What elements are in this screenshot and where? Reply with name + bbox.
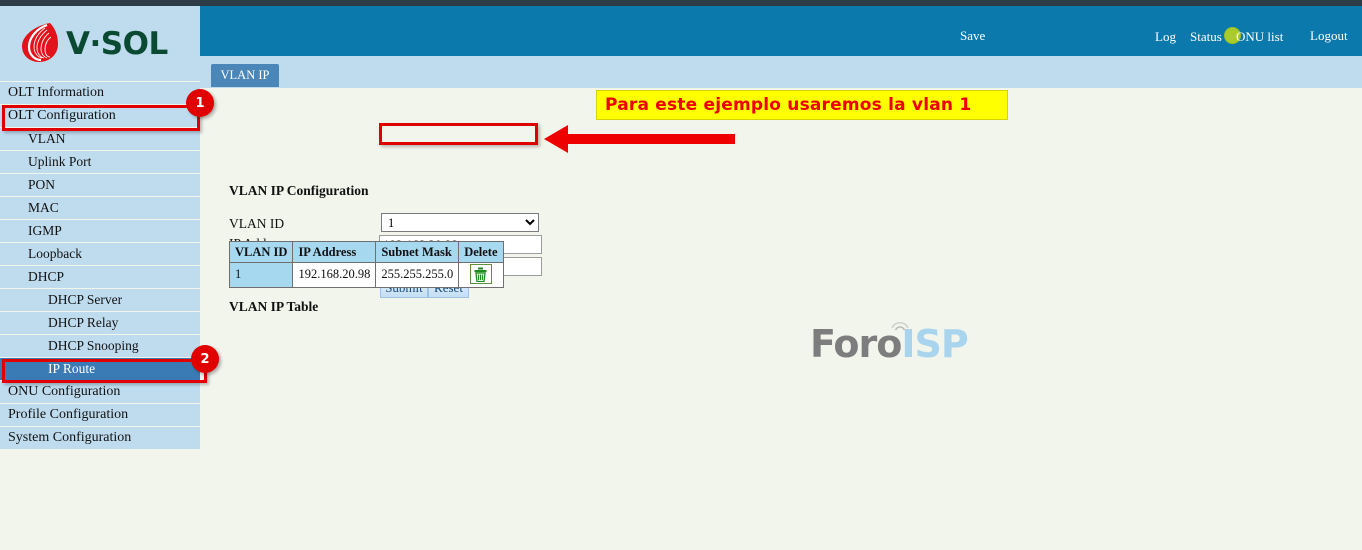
- red-left-arrow-icon: [544, 125, 735, 153]
- header-link-logout[interactable]: Logout: [1310, 29, 1348, 42]
- sidebar-item-dhcp-relay[interactable]: DHCP Relay: [0, 312, 200, 335]
- cell-ip-address: 192.168.20.98: [292, 262, 377, 288]
- brand-logo-area: V·SOL: [0, 6, 200, 81]
- watermark-foro: Foro: [810, 322, 902, 366]
- table-header-subnet-mask: Subnet Mask: [375, 241, 460, 263]
- cell-vlan-id: 1: [228, 262, 294, 288]
- step-badge-2: 2: [191, 345, 219, 373]
- table-header-row: VLAN ID IP Address Subnet Mask Delete: [228, 241, 504, 263]
- table-title: VLAN IP Table: [229, 299, 319, 314]
- sidebar-item-pon[interactable]: PON: [0, 174, 200, 197]
- table-header-vlan-id: VLAN ID: [228, 241, 294, 263]
- cell-subnet-mask: 255.255.255.0: [375, 262, 460, 288]
- sidebar-item-igmp[interactable]: IGMP: [0, 220, 200, 243]
- cell-delete: [458, 262, 504, 288]
- trash-icon[interactable]: [469, 264, 492, 284]
- vlan-ip-table: VLAN ID IP Address Subnet Mask Delete 1 192.1…: [228, 241, 504, 288]
- highlight-box-ip-route: [2, 359, 207, 383]
- app-root: V·SOL OLT Information OLT Configuration VL…: [0, 0, 1362, 550]
- header-link-log[interactable]: Log: [1155, 30, 1176, 43]
- save-button[interactable]: Save: [960, 29, 985, 42]
- tab-vlan-ip[interactable]: VLAN IP: [211, 64, 279, 87]
- sidebar-item-dhcp[interactable]: DHCP: [0, 266, 200, 289]
- sidebar-item-mac[interactable]: MAC: [0, 197, 200, 220]
- wifi-arc-icon: [891, 321, 909, 331]
- foroisp-watermark: ForoISP: [810, 321, 969, 366]
- vsol-flame-logo-icon: [22, 23, 58, 62]
- page-title: VLAN IP Configuration: [229, 183, 369, 198]
- sidebar-nav: OLT Information OLT Configuration VLAN Upli…: [0, 82, 200, 450]
- table-row: 1 192.168.20.98 255.255.255.0: [228, 262, 504, 288]
- sidebar-item-profile-configuration[interactable]: Profile Configuration: [0, 404, 200, 427]
- tab-strip-background: [200, 56, 1362, 88]
- sidebar-item-onu-configuration[interactable]: ONU Configuration: [0, 381, 200, 404]
- top-header-bar: Save Log Status ONU list Logout: [200, 6, 1362, 56]
- highlight-box-olt-configuration: [2, 105, 200, 131]
- sidebar-item-dhcp-snooping[interactable]: DHCP Snooping: [0, 335, 200, 358]
- sidebar-item-system-configuration[interactable]: System Configuration: [0, 427, 200, 450]
- sidebar-item-olt-information[interactable]: OLT Information: [0, 82, 200, 105]
- highlight-box-vlan-id-select: [379, 123, 538, 145]
- table-header-ip-address: IP Address: [292, 241, 377, 263]
- main-content: VLAN IP Configuration VLAN ID IP Address…: [200, 88, 1362, 550]
- brand-logo-text: V·SOL: [66, 26, 168, 62]
- table-header-delete: Delete: [458, 241, 504, 263]
- sidebar-item-dhcp-server[interactable]: DHCP Server: [0, 289, 200, 312]
- sidebar-item-uplink-port[interactable]: Uplink Port: [0, 151, 200, 174]
- sidebar-item-loopback[interactable]: Loopback: [0, 243, 200, 266]
- header-link-status[interactable]: Status: [1190, 30, 1222, 43]
- vlan-id-select[interactable]: 1: [381, 213, 539, 232]
- sidebar-item-vlan[interactable]: VLAN: [0, 128, 200, 151]
- watermark-isp: ISP: [901, 322, 968, 366]
- label-vlan-id: VLAN ID: [229, 216, 285, 231]
- header-link-onu-list[interactable]: ONU list: [1236, 30, 1283, 43]
- annotation-note: Para este ejemplo usaremos la vlan 1: [596, 90, 1008, 120]
- step-badge-1: 1: [186, 89, 214, 117]
